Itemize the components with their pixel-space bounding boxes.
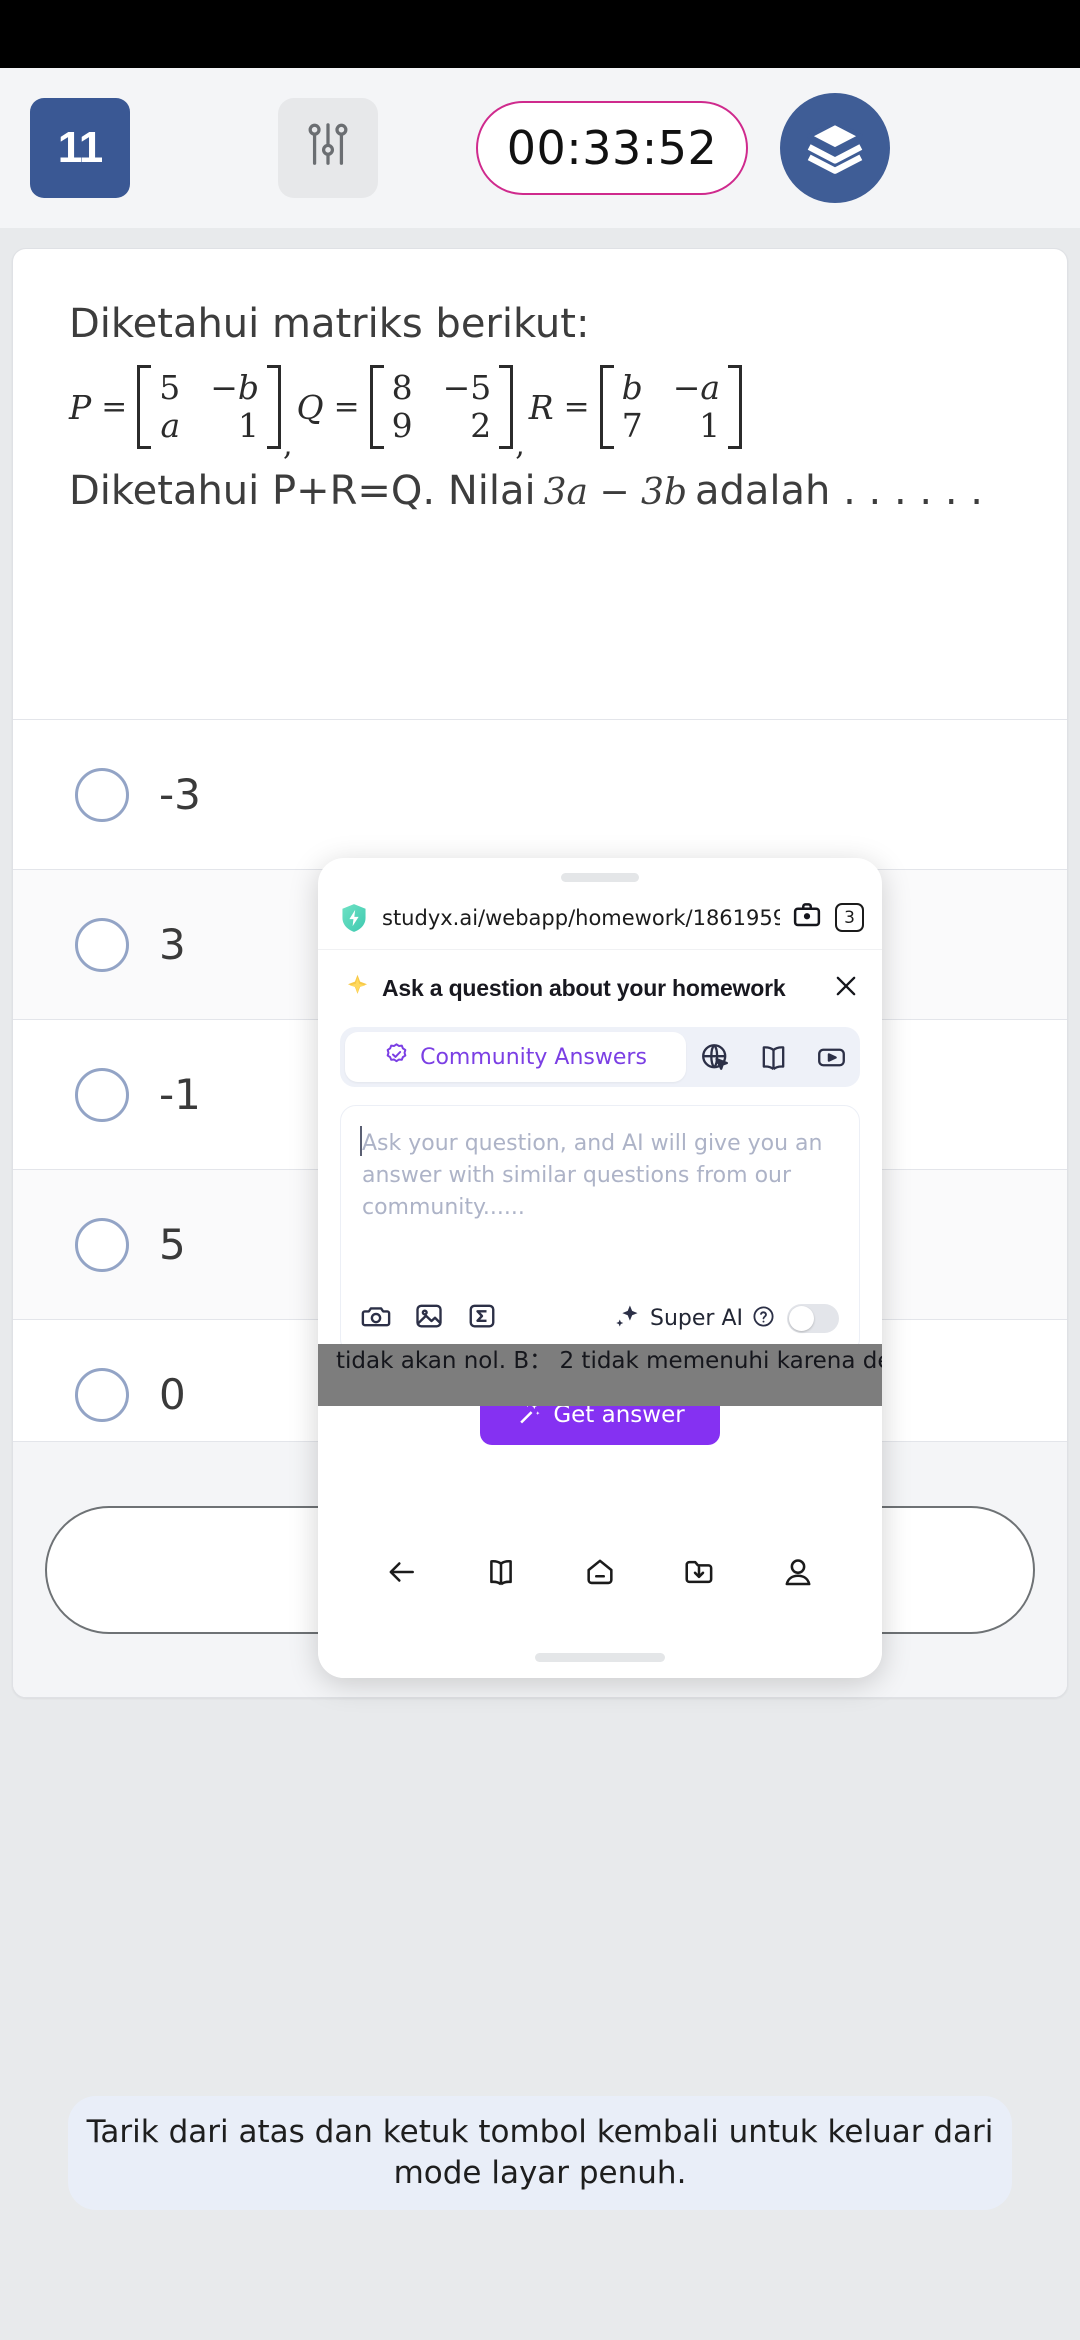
matrix-r-r0c0: b xyxy=(621,368,643,407)
matrix-q-r1c0: 9 xyxy=(391,406,413,445)
book-open-icon[interactable] xyxy=(744,1042,802,1073)
layers-icon xyxy=(804,115,866,182)
matrix-r-r0c1: −a xyxy=(672,368,721,407)
matrix-p-r1c1: 1 xyxy=(237,406,259,445)
radio-button-4[interactable] xyxy=(75,1367,129,1422)
matrix-p: 5 −b a 1 xyxy=(137,365,281,449)
browser-popup: studyx.ai/webapp/homework/186195926 3 As… xyxy=(318,858,882,1678)
fullscreen-exit-message: Tarik dari atas dan ketuk tombol kembali… xyxy=(86,2114,994,2191)
fullscreen-exit-toast: Tarik dari atas dan ketuk tombol kembali… xyxy=(68,2096,1012,2210)
answer-source-tabs: Community Answers xyxy=(340,1027,860,1087)
sliders-icon xyxy=(305,121,351,176)
matrix-r-r1c1: 1 xyxy=(699,406,721,445)
matrix-q-r0c0: 8 xyxy=(391,368,413,407)
radio-button-3[interactable] xyxy=(75,1217,129,1272)
popup-drag-handle[interactable] xyxy=(561,873,639,882)
matrix-q-r0c1: −5 xyxy=(442,368,492,407)
question-number-badge[interactable]: 11 xyxy=(30,98,130,198)
matrix-p-r0c1: −b xyxy=(210,368,259,407)
settings-button[interactable] xyxy=(278,98,378,198)
page-behind-text: tidak akan nol. B： 2 tidak memenuhi kare… xyxy=(336,1348,882,1374)
matrix-separator-2: , xyxy=(515,428,525,463)
stem-before: Diketahui P+R=Q. Nilai xyxy=(69,468,536,514)
timer-label: 00:33:52 xyxy=(506,121,718,175)
browser-url-bar[interactable]: studyx.ai/webapp/homework/186195926 3 xyxy=(318,882,882,950)
browser-bottom-nav xyxy=(318,1538,882,1678)
question-composer[interactable]: Ask your question, and AI will give you … xyxy=(340,1105,860,1355)
matrix-p-label: P xyxy=(69,387,92,427)
globe-cursor-icon[interactable] xyxy=(686,1042,744,1073)
stem-question: Diketahui P+R=Q. Nilai 3a − 3b adalah . … xyxy=(69,465,1011,517)
matrix-q: 8 −5 9 2 xyxy=(370,365,514,449)
composer-placeholder-text: Ask your question, and AI will give you … xyxy=(362,1131,823,1220)
stem-math: 3a − 3b xyxy=(543,472,687,513)
option-row-0[interactable]: -3 xyxy=(13,719,1067,869)
stem-after: adalah . . . . . . xyxy=(695,468,983,514)
radio-button-1[interactable] xyxy=(75,917,129,972)
home-indicator xyxy=(535,1653,665,1662)
option-label-2: -1 xyxy=(159,1070,201,1119)
popup-body: Ask a question about your homework Commu… xyxy=(318,950,882,1678)
sigma-icon[interactable] xyxy=(467,1301,497,1336)
composer-placeholder: Ask your question, and AI will give you … xyxy=(341,1106,859,1224)
option-label-0: -3 xyxy=(159,770,201,819)
option-label-1: 3 xyxy=(159,920,186,969)
tab-community-answers[interactable]: Community Answers xyxy=(345,1032,686,1082)
option-label-3: 5 xyxy=(159,1220,186,1269)
stem-intro: Diketahui matriks berikut: xyxy=(69,301,590,347)
verified-badge-icon xyxy=(384,1042,409,1072)
matrix-p-r1c0: a xyxy=(160,406,181,445)
browser-nav-icons xyxy=(318,1538,882,1593)
help-circle-icon[interactable] xyxy=(752,1305,775,1333)
layers-button[interactable] xyxy=(780,93,890,203)
app-header: 11 00:33:52 xyxy=(0,68,1080,228)
text-caret xyxy=(360,1126,362,1156)
tab-count-badge[interactable]: 3 xyxy=(835,903,864,932)
matrix-r-r1c0: 7 xyxy=(621,406,643,445)
url-text: studyx.ai/webapp/homework/186195926 xyxy=(382,905,780,930)
matrix-separator-1: , xyxy=(282,428,293,463)
video-play-icon[interactable] xyxy=(802,1042,860,1073)
radio-button-0[interactable] xyxy=(75,767,129,822)
super-ai-label: Super AI xyxy=(650,1306,743,1331)
home-icon[interactable] xyxy=(584,1556,616,1593)
equals-sign-r: = xyxy=(563,389,590,425)
sparkle-star-icon xyxy=(344,973,371,1005)
shield-secure-icon xyxy=(340,903,368,933)
status-bar xyxy=(0,0,1080,68)
ask-title: Ask a question about your homework xyxy=(382,975,786,1001)
equals-sign-p: = xyxy=(101,389,128,425)
timer-display: 00:33:52 xyxy=(476,101,748,195)
matrix-r: b −a 7 1 xyxy=(600,365,742,449)
tab-community-answers-label: Community Answers xyxy=(420,1044,647,1070)
matrix-p-r0c0: 5 xyxy=(159,368,181,407)
matrix-expression: P = 5 −b a 1 , Q = 8 −5 9 2 , R = b −a 7… xyxy=(69,365,1011,464)
super-ai-toggle[interactable] xyxy=(787,1304,839,1333)
ask-title-row: Ask a question about your homework xyxy=(318,950,882,1005)
super-ai-toggle-knob xyxy=(789,1306,814,1331)
close-icon[interactable] xyxy=(832,972,860,1005)
matrix-q-r1c1: 2 xyxy=(470,406,492,445)
matrix-r-label: R xyxy=(528,387,554,427)
sparkles-icon xyxy=(613,1302,641,1335)
briefcase-icon[interactable] xyxy=(792,900,822,935)
image-icon[interactable] xyxy=(414,1301,444,1336)
equals-sign-q: = xyxy=(333,389,360,425)
option-label-4: 0 xyxy=(159,1370,186,1419)
matrix-q-label: Q xyxy=(296,387,324,427)
radio-button-2[interactable] xyxy=(75,1067,129,1122)
question-number-label: 11 xyxy=(57,123,104,172)
page-content-behind-sheet: tidak akan nol. B： 2 tidak memenuhi kare… xyxy=(318,1344,882,1406)
camera-icon[interactable] xyxy=(361,1301,391,1336)
back-arrow-icon[interactable] xyxy=(386,1556,418,1593)
downloads-icon[interactable] xyxy=(683,1556,715,1593)
profile-icon[interactable] xyxy=(782,1556,814,1593)
reader-icon[interactable] xyxy=(485,1556,517,1593)
super-ai-group: Super AI xyxy=(613,1302,839,1335)
question-stem: Diketahui matriks berikut: P = 5 −b a 1 … xyxy=(13,249,1067,527)
